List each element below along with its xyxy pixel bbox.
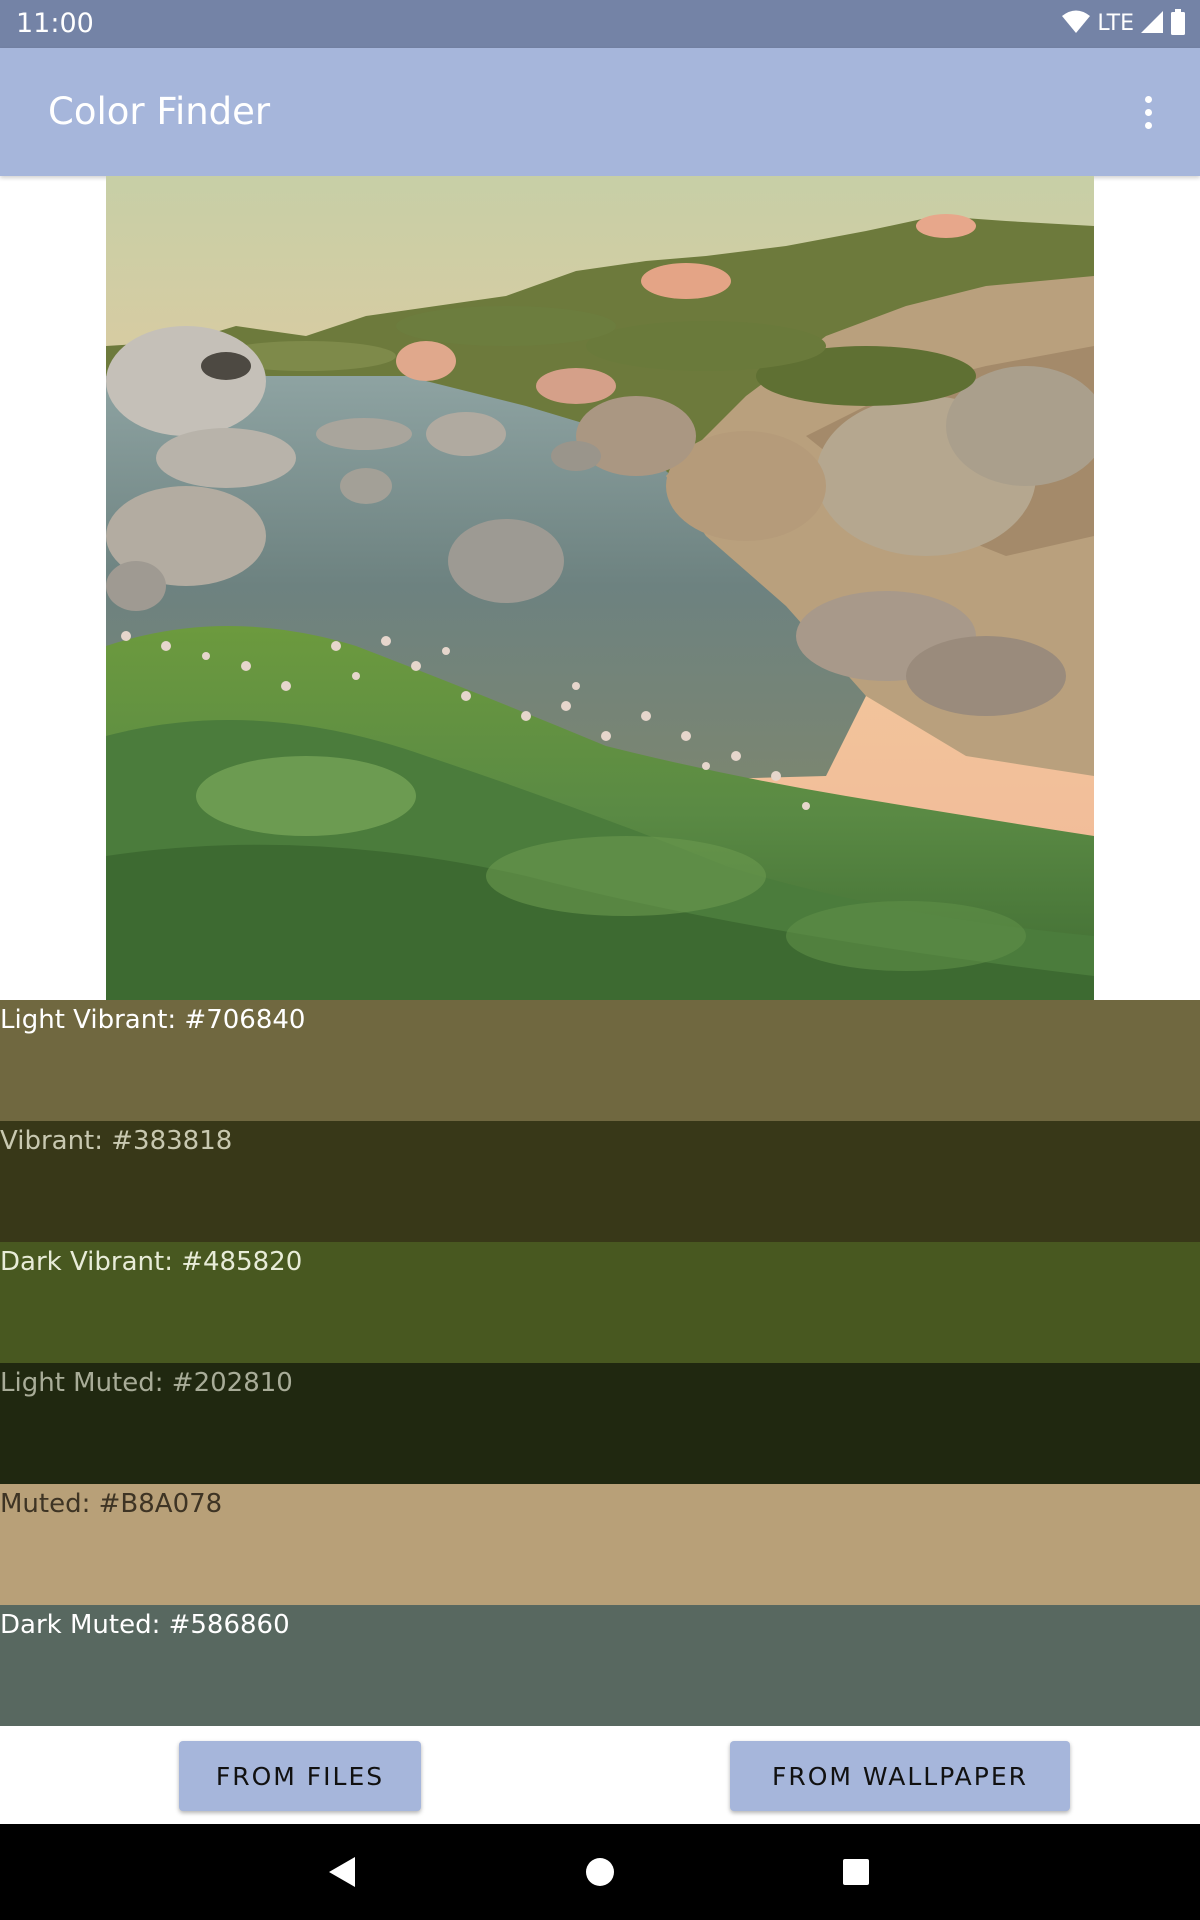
more-vert-icon-dot xyxy=(1144,108,1152,116)
app-title: Color Finder xyxy=(48,90,271,133)
swatch-label: Muted: #B8A078 xyxy=(0,1489,223,1519)
swatch-light-vibrant: Light Vibrant: #706840 xyxy=(0,1000,1200,1121)
swatch-label: Dark Vibrant: #485820 xyxy=(0,1247,303,1277)
navigation-bar xyxy=(0,1824,1200,1920)
swatch-label: Dark Muted: #586860 xyxy=(0,1610,290,1640)
back-button[interactable] xyxy=(319,1848,367,1896)
network-type: LTE xyxy=(1097,11,1134,36)
palette-swatches: Light Vibrant: #706840 Vibrant: #383818 … xyxy=(0,1000,1200,1726)
status-bar: 11:00 LTE xyxy=(0,0,1200,48)
wifi-icon xyxy=(1061,9,1091,39)
more-options-button[interactable] xyxy=(1124,88,1172,136)
recents-icon xyxy=(843,1859,869,1885)
from-files-button[interactable]: FROM FILES xyxy=(179,1741,421,1811)
swatch-vibrant: Vibrant: #383818 xyxy=(0,1121,1200,1242)
swatch-label: Light Vibrant: #706840 xyxy=(0,1005,306,1035)
battery-icon xyxy=(1170,9,1186,39)
more-vert-icon xyxy=(1144,95,1152,103)
swatch-label: Vibrant: #383818 xyxy=(0,1126,233,1156)
more-vert-icon-dot xyxy=(1144,121,1152,129)
selected-image xyxy=(106,176,1094,1000)
from-wallpaper-button[interactable]: FROM WALLPAPER xyxy=(730,1741,1070,1811)
status-time: 11:00 xyxy=(16,8,94,39)
swatch-label: Light Muted: #202810 xyxy=(0,1368,293,1398)
swatch-dark-vibrant: Dark Vibrant: #485820 xyxy=(0,1242,1200,1363)
recents-button[interactable] xyxy=(832,1848,880,1896)
home-button[interactable] xyxy=(576,1848,624,1896)
back-icon xyxy=(329,1857,355,1887)
swatch-dark-muted: Dark Muted: #586860 xyxy=(0,1605,1200,1726)
signal-icon xyxy=(1140,10,1164,38)
swatch-light-muted: Light Muted: #202810 xyxy=(0,1363,1200,1484)
app-bar: Color Finder xyxy=(0,48,1200,176)
swatch-muted: Muted: #B8A078 xyxy=(0,1484,1200,1605)
status-icons: LTE xyxy=(1061,9,1186,39)
bottom-actions: FROM FILES FROM WALLPAPER xyxy=(0,1727,1200,1824)
home-icon xyxy=(586,1858,614,1886)
